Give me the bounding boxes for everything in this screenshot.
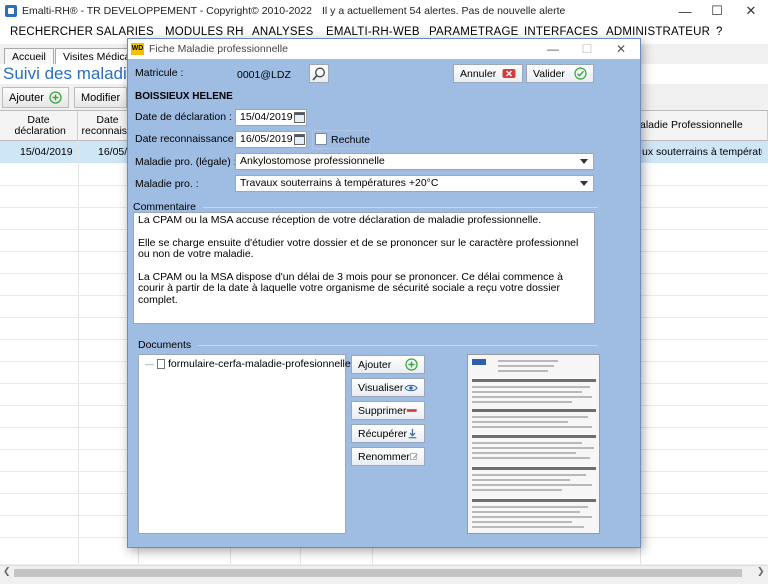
dialog-close-icon[interactable]: ✕ — [606, 40, 636, 58]
column-divider — [78, 141, 79, 564]
matricule-value: 0001@LDZ — [237, 69, 291, 81]
modify-button[interactable]: Modifier — [74, 87, 128, 108]
column-header-maladie-professionnelle[interactable]: aladie Professionnelle — [640, 111, 768, 141]
menu-help[interactable]: ? — [716, 26, 723, 38]
menu-modules-rh[interactable]: MODULES RH — [165, 26, 244, 38]
comment-textarea[interactable]: La CPAM ou la MSA accuse réception de vo… — [133, 212, 595, 324]
add-document-button[interactable]: Ajouter — [351, 355, 425, 374]
menu-rechercher[interactable]: RECHERCHER — [10, 26, 93, 38]
chevron-down-icon — [580, 181, 588, 186]
menu-salaries[interactable]: SALARIES — [96, 26, 154, 38]
menu-emalti-rh-web[interactable]: EMALTI-RH-WEB — [326, 26, 420, 38]
dialog-title: Fiche Maladie professionnelle — [149, 43, 288, 55]
modify-button-label: Modifier — [81, 91, 121, 104]
edit-icon — [410, 453, 418, 460]
cancel-button[interactable]: Annuler — [453, 64, 523, 83]
scrollbar-thumb[interactable] — [14, 569, 742, 577]
documents-separator — [198, 345, 598, 346]
delete-document-label: Supprimer — [358, 404, 407, 417]
windev-logo-icon: WD — [131, 43, 144, 55]
declaration-date-field[interactable]: 15/04/2019 — [235, 109, 307, 126]
document-preview — [467, 354, 600, 534]
dialog-minimize-icon[interactable]: — — [538, 40, 568, 58]
cancel-icon — [502, 69, 516, 78]
validate-button-label: Valider — [533, 67, 565, 80]
legal-disease-label: Maladie pro. (légale) : — [135, 156, 237, 168]
app-logo-icon — [5, 5, 17, 17]
recognition-date-label: Date reconnaissance : — [135, 133, 240, 145]
matricule-label: Matricule : — [135, 67, 184, 79]
calendar-icon[interactable] — [294, 134, 305, 145]
calendar-icon[interactable] — [294, 112, 305, 123]
check-circle-icon — [574, 67, 587, 80]
pro-disease-label: Maladie pro. : — [135, 178, 199, 190]
comment-line: Elle se charge ensuite d'étudier votre d… — [138, 236, 579, 260]
scroll-right-icon[interactable]: ❯ — [757, 566, 765, 577]
list-item[interactable]: — formulaire-cerfa-maladie-profesionnell… — [145, 358, 357, 370]
documents-label: Documents — [138, 339, 192, 351]
minimize-icon[interactable]: — — [668, 0, 702, 22]
menu-interfaces[interactable]: INTERFACES — [524, 26, 598, 38]
download-icon — [408, 428, 417, 439]
horizontal-scrollbar[interactable]: ❮ ❯ — [0, 565, 768, 579]
add-button-label: Ajouter — [9, 91, 44, 104]
close-icon[interactable]: ✕ — [734, 0, 768, 22]
window-titlebar: Emalti-RH® - TR DEVELOPPEMENT - Copyrigh… — [0, 0, 768, 22]
cell-date-reconnaissance: 16/05/ — [98, 146, 128, 158]
rename-document-button[interactable]: Renommer — [351, 447, 425, 466]
window-title: Emalti-RH® - TR DEVELOPPEMENT - Copyrigh… — [22, 5, 312, 17]
plus-circle-icon — [405, 358, 418, 371]
retrieve-document-button[interactable]: Récupérer — [351, 424, 425, 443]
cell-maladie: ux souterrains à températur — [642, 146, 762, 158]
legal-disease-select[interactable]: Ankylostomose professionnelle — [235, 153, 594, 170]
relapse-label: Rechute — [331, 134, 371, 146]
menu-parametrage[interactable]: PARAMETRAGE — [429, 26, 519, 38]
cell-date-declaration: 15/04/2019 — [20, 146, 73, 158]
alerts-status: Il y a actuellement 54 alertes. Pas de n… — [322, 5, 566, 17]
delete-document-button[interactable]: Supprimer — [351, 401, 425, 420]
view-document-button[interactable]: Visualiser — [351, 378, 425, 397]
column-header-date-declaration[interactable]: Date déclaration — [0, 111, 78, 141]
comment-line: La CPAM ou la MSA accuse réception de vo… — [138, 214, 542, 226]
pro-disease-select[interactable]: Travaux souterrains à températures +20°C — [235, 175, 594, 192]
declaration-date-label: Date de déclaration : — [135, 111, 232, 123]
view-document-label: Visualiser — [358, 381, 404, 394]
maximize-icon[interactable]: ☐ — [700, 0, 734, 22]
menu-administrateur[interactable]: ADMINISTRATEUR — [606, 26, 710, 38]
comment-separator — [203, 207, 598, 208]
plus-circle-icon — [49, 91, 62, 104]
recognition-date-field[interactable]: 16/05/2019 — [235, 131, 307, 148]
retrieve-document-label: Récupérer — [358, 427, 408, 440]
file-icon — [157, 359, 165, 369]
documents-list[interactable]: — formulaire-cerfa-maladie-profesionnell… — [138, 354, 357, 534]
menu-analyses[interactable]: ANALYSES — [252, 26, 313, 38]
dialog-titlebar: WD Fiche Maladie professionnelle — ☐ ✕ — [128, 39, 640, 59]
rename-document-label: Renommer — [358, 450, 410, 463]
chevron-down-icon — [580, 159, 588, 164]
validate-button[interactable]: Valider — [526, 64, 594, 83]
add-button[interactable]: Ajouter — [2, 87, 69, 108]
fiche-maladie-dialog: WD Fiche Maladie professionnelle — ☐ ✕ M… — [127, 38, 641, 548]
dialog-maximize-icon: ☐ — [581, 42, 593, 56]
cancel-button-label: Annuler — [460, 67, 497, 80]
page-title: Suivi des maladie — [3, 64, 137, 83]
employee-name: BOISSIEUX HELENE — [135, 91, 233, 102]
minus-icon — [407, 409, 418, 412]
comment-line: La CPAM ou la MSA dispose d'un délai de … — [138, 270, 563, 306]
scroll-left-icon[interactable]: ❮ — [3, 566, 11, 577]
eye-icon — [404, 384, 418, 391]
relapse-checkbox[interactable] — [315, 133, 327, 145]
search-matricule-button[interactable] — [309, 64, 329, 83]
add-document-label: Ajouter — [358, 358, 392, 371]
search-icon — [312, 67, 325, 81]
